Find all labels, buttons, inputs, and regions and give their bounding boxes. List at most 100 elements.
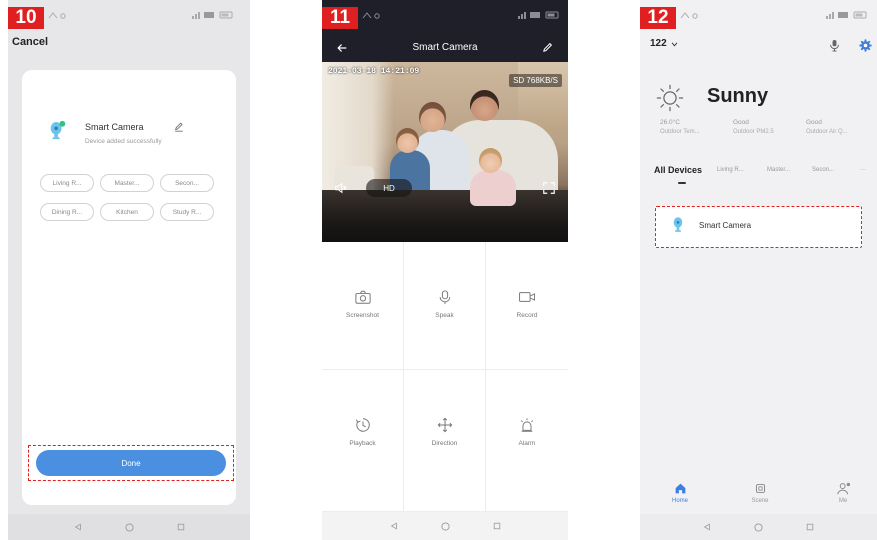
phone-screen-step-12: 12 122 Sunny 26.0°C Outdoor Tem... Good … <box>640 0 877 540</box>
screenshot-icon <box>354 288 372 306</box>
control-label: Record <box>516 312 538 319</box>
control-label: Speak <box>435 312 454 319</box>
back-icon[interactable] <box>74 523 82 531</box>
weather-stat-label: Outdoor Tem... <box>660 129 700 135</box>
nav-me[interactable]: Me <box>823 482 863 504</box>
device-status-text: Device added successfully <box>85 138 162 145</box>
device-card[interactable]: Smart Camera <box>655 206 862 248</box>
home-circle-icon[interactable] <box>124 522 134 532</box>
control-label: Direction <box>431 440 458 447</box>
battery-status-icon <box>826 11 870 19</box>
control-label: Alarm <box>518 440 536 447</box>
system-nav-bar <box>640 514 877 540</box>
control-label: Playback <box>349 440 376 447</box>
home-circle-icon[interactable] <box>754 522 763 532</box>
sun-icon <box>655 83 685 113</box>
camera-controls-grid: Screenshot Speak Record Playback Directi… <box>322 242 568 512</box>
phone-screen-step-11: 11 Smart Camera 2021-03-18 14:21:09 SD 7… <box>322 0 568 540</box>
back-icon[interactable] <box>390 522 398 530</box>
weather-stat: 26.0°C Outdoor Tem... <box>660 119 730 135</box>
system-nav-bar <box>8 514 250 540</box>
profile-icon <box>836 482 851 495</box>
person-head-shape <box>479 148 502 173</box>
bottom-tab-bar: Home Scene Me <box>640 478 877 514</box>
device-name: Smart Camera <box>85 122 144 132</box>
nav-label: Scene <box>751 498 769 504</box>
room-option[interactable]: Kitchen <box>100 203 154 221</box>
recents-icon[interactable] <box>493 522 501 530</box>
home-selector[interactable]: 122 <box>650 38 667 49</box>
recents-icon[interactable] <box>177 523 185 531</box>
playback-icon <box>355 416 371 434</box>
battery-status-icon <box>518 11 562 19</box>
step-label: 11 <box>322 7 358 29</box>
room-option[interactable]: Study R... <box>160 203 214 221</box>
person-head-shape <box>396 128 419 153</box>
weather-stat: Good Outdoor Air Q... <box>806 119 876 135</box>
person-head-shape <box>419 102 446 132</box>
mic-icon <box>438 288 452 306</box>
step-label: 12 <box>640 7 676 29</box>
room-option[interactable]: Living R... <box>40 174 94 192</box>
bitrate-badge: SD 768KB/S <box>509 74 562 87</box>
video-timestamp: 2021-03-18 14:21:09 <box>328 67 420 76</box>
edit-icon[interactable] <box>174 122 184 132</box>
home-icon <box>674 482 687 495</box>
highlight-box <box>28 445 234 481</box>
tab-room[interactable]: Master... <box>767 167 790 173</box>
room-option[interactable]: Secon... <box>160 174 214 192</box>
person-head-shape <box>470 90 499 121</box>
control-label: Screenshot <box>346 312 379 319</box>
signal-status-icon <box>48 11 70 19</box>
recents-icon[interactable] <box>806 523 814 531</box>
nav-scene[interactable]: Scene <box>740 482 780 504</box>
weather-stat: Good Outdoor PM2.5 <box>733 119 803 135</box>
battery-status-icon <box>192 11 236 19</box>
alarm-icon <box>519 416 535 434</box>
speaker-muted-icon[interactable] <box>334 181 348 195</box>
control-alarm[interactable]: Alarm <box>486 370 568 512</box>
home-circle-icon[interactable] <box>440 521 450 531</box>
tab-room[interactable]: Living R... <box>717 167 744 173</box>
quality-toggle[interactable]: HD <box>366 179 412 197</box>
mic-icon[interactable] <box>829 39 840 52</box>
control-speak[interactable]: Speak <box>404 242 486 370</box>
signal-status-icon <box>680 11 702 19</box>
nav-home[interactable]: Home <box>660 482 700 504</box>
fullscreen-icon[interactable] <box>542 181 556 195</box>
weather-stat-label: Outdoor Air Q... <box>806 129 848 135</box>
room-option[interactable]: Dining R... <box>40 203 94 221</box>
weather-stat-label: Outdoor PM2.5 <box>733 129 774 135</box>
signal-status-icon <box>362 11 384 19</box>
camera-device-icon <box>672 216 684 234</box>
phone-screen-step-10: 10 Cancel Smart Camera Device added succ… <box>8 0 250 540</box>
back-icon[interactable] <box>703 523 711 531</box>
page-title: Smart Camera <box>412 42 478 53</box>
camera-device-icon <box>48 120 66 142</box>
cancel-button[interactable]: Cancel <box>12 36 48 48</box>
control-direction[interactable]: Direction <box>404 370 486 512</box>
control-playback[interactable]: Playback <box>322 370 404 512</box>
weather-stat-value: Good <box>806 119 822 126</box>
person-shape <box>470 170 516 206</box>
device-name: Smart Camera <box>699 221 752 230</box>
sofa-shape <box>322 190 568 242</box>
room-option[interactable]: Master... <box>100 174 154 192</box>
weather-condition: Sunny <box>707 85 769 107</box>
nav-label: Home <box>671 498 688 504</box>
step-label: 10 <box>8 7 44 29</box>
control-record[interactable]: Record <box>486 242 568 370</box>
record-icon <box>518 288 536 306</box>
device-added-card: Smart Camera Device added successfully L… <box>22 70 236 505</box>
active-tab-indicator <box>678 182 686 184</box>
tab-room[interactable]: Secon... <box>812 167 834 173</box>
system-nav-bar <box>322 512 568 540</box>
tab-more[interactable]: ··· <box>860 167 866 173</box>
edit-icon[interactable] <box>542 42 553 53</box>
weather-stat-value: Good <box>733 119 749 126</box>
control-screenshot[interactable]: Screenshot <box>322 242 404 370</box>
gear-icon[interactable] <box>859 39 872 52</box>
tab-all-devices[interactable]: All Devices <box>654 165 702 175</box>
chevron-down-icon[interactable] <box>671 42 678 47</box>
video-feed[interactable]: 2021-03-18 14:21:09 SD 768KB/S HD <box>322 62 568 242</box>
